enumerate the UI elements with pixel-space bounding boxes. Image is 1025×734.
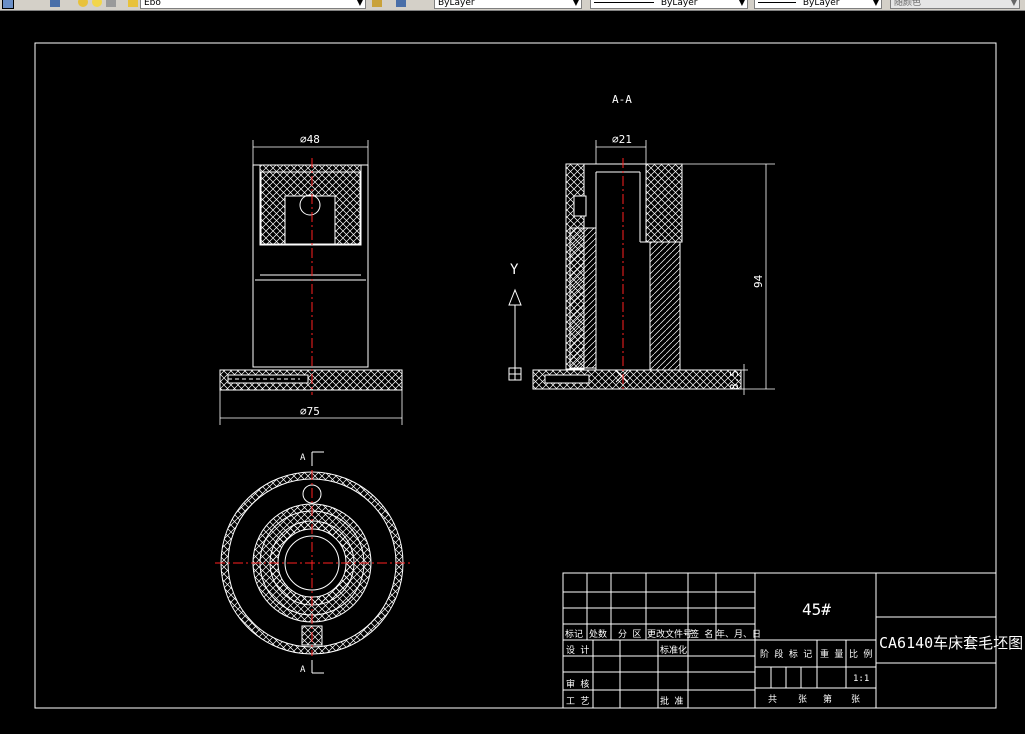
dim-bore-diameter: ⌀21 [612,133,632,146]
linetype-value: ByLayer [660,0,698,8]
chevron-down-icon: ▼ [738,0,745,7]
tb-material: 45# [802,600,831,619]
tb-col-mark: 标记 [565,628,583,640]
chevron-down-icon: ▼ [1010,0,1017,7]
lineweight-value: ByLayer [802,0,840,8]
tb-sheet-no: 第 [823,693,832,705]
properties-toolbar: Ebo ▼ ByLayer ▼ ByLayer ▼ ByLayer ▼ 随颜色 … [0,0,1025,11]
chevron-down-icon: ▼ [872,0,879,7]
layer-color-icon[interactable] [128,0,138,7]
tb-sheet-unit2: 张 [851,694,860,705]
plotstyle-value: 随颜色 [894,0,922,8]
tb-col-zone: 分 区 [618,629,641,640]
tb-row-standardize: 标准化 [660,644,687,656]
tb-col-signature: 签 名 [690,628,713,640]
tb-weight: 重 量 [820,648,843,660]
tb-sheet-unit: 张 [798,694,807,705]
plotstyle-select[interactable]: 随颜色 ▼ [890,0,1020,9]
color-value: ByLayer [438,0,475,8]
dim-base-diameter: ⌀75 [300,405,320,418]
chevron-down-icon: ▼ [356,0,363,7]
tb-stage-mark: 阶 段 标 记 [760,648,812,660]
tb-scale-label: 比 例 [849,648,872,660]
tb-col-change-doc: 更改文件号 [647,628,692,640]
tb-scale-value: 1:1 [853,674,869,684]
section-label: A-A [612,93,632,106]
tb-row-review: 审 核 [566,678,589,690]
tb-row-process: 工 艺 [566,696,589,707]
cut-label-bottom: A [300,665,306,675]
tb-row-design: 设 计 [566,644,589,656]
linetype-select[interactable]: ByLayer ▼ [590,0,748,9]
cut-label-top: A [300,453,306,463]
layer-previous-icon[interactable] [396,0,406,7]
tb-col-count: 处数 [589,628,607,640]
section-view [532,163,742,390]
tb-drawing-title: CA6140车床套毛坯图 [879,634,1023,652]
color-select[interactable]: ByLayer ▼ [434,0,582,9]
window-icon[interactable] [2,0,14,9]
tb-col-date: 年、月、日 [716,628,761,640]
layer-on-icon[interactable] [78,0,88,7]
dim-top-diameter: ⌀48 [300,133,320,146]
layer-lock-icon[interactable] [106,0,116,7]
make-current-icon[interactable] [372,0,382,7]
layer-name: Ebo [144,0,161,8]
linetype-sample [594,2,654,3]
tb-sheets-total: 共 [768,694,777,705]
layer-select[interactable]: Ebo ▼ [140,0,366,9]
ucs-icon [508,288,522,381]
ucs-y-label: Y [510,262,519,278]
front-view [219,164,403,391]
dim-height: 94 [752,274,765,288]
lineweight-sample [758,2,796,3]
layer-freeze-icon[interactable] [92,0,102,7]
lineweight-select[interactable]: ByLayer ▼ [754,0,882,9]
tb-row-approve: 批 准 [660,695,683,707]
dim-flange: 8.5 [728,370,741,390]
layer-manager-icon[interactable] [50,0,60,7]
chevron-down-icon: ▼ [572,0,579,7]
drawing-canvas[interactable]: ⌀48 ⌀75 A-A ⌀21 94 8.5 Y A A 45# CA6140车… [0,11,1025,734]
